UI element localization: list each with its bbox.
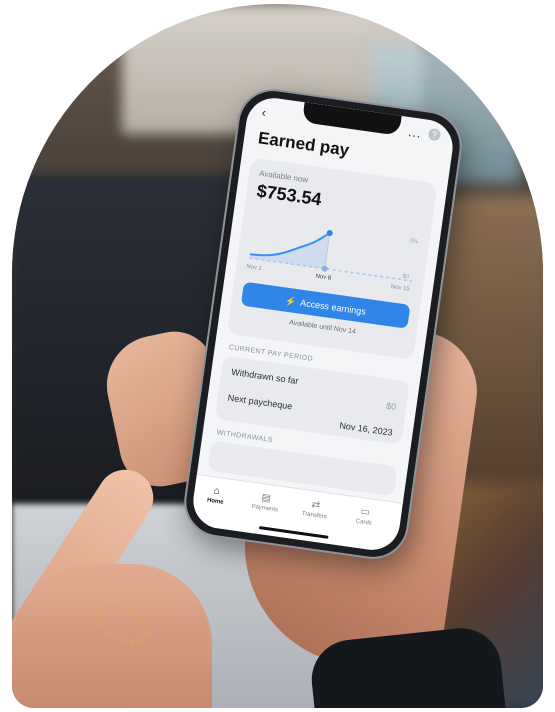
x-end-label: Nov 15 [390, 284, 410, 293]
earnings-chart: Nov 1 Nov 8 Nov 15 0% $0 [246, 230, 419, 293]
withdrawn-value: $0 [385, 400, 397, 412]
pay-period-card: Withdrawn so far $0 Next paycheque Nov 1… [214, 355, 410, 446]
back-icon[interactable]: ‹ [261, 105, 267, 120]
y-top-label: 0% [409, 238, 419, 245]
photo-frame: ‹ … ? Earned pay Available now $753.54 N… [12, 4, 543, 708]
next-paycheque-label: Next paycheque [227, 392, 293, 412]
page-title: Earned pay [256, 128, 351, 160]
withdrawn-label: Withdrawn so far [230, 366, 300, 387]
tab-transfers-label: Transfers [301, 510, 328, 521]
more-icon[interactable]: … [407, 123, 424, 141]
tab-home-label: Home [206, 497, 224, 506]
x-start-label: Nov 1 [246, 264, 263, 272]
x-marker-label: Nov 8 [315, 274, 332, 282]
tab-cards-label: Cards [355, 518, 373, 527]
card-icon: ▭ [359, 506, 371, 519]
tab-home[interactable]: ⌂ Home [195, 483, 237, 507]
next-paycheque-value: Nov 16, 2023 [338, 420, 394, 438]
y-bottom-label: $0 [402, 274, 410, 281]
tab-payments-label: Payments [251, 503, 279, 514]
earned-card: Available now $753.54 Nov 1 Nov 8 Nov 15… [226, 157, 438, 360]
tab-transfers[interactable]: ⇄ Transfers [294, 497, 336, 521]
earnings-area [249, 233, 330, 269]
access-earnings-label: Access earnings [299, 297, 367, 317]
tab-payments[interactable]: ▤ Payments [245, 490, 287, 514]
tab-cards[interactable]: ▭ Cards [344, 504, 386, 528]
bolt-icon: ⚡ [284, 295, 298, 308]
help-icon[interactable]: ? [427, 127, 442, 142]
available-amount: $753.54 [255, 180, 323, 210]
home-icon: ⌂ [212, 485, 221, 498]
